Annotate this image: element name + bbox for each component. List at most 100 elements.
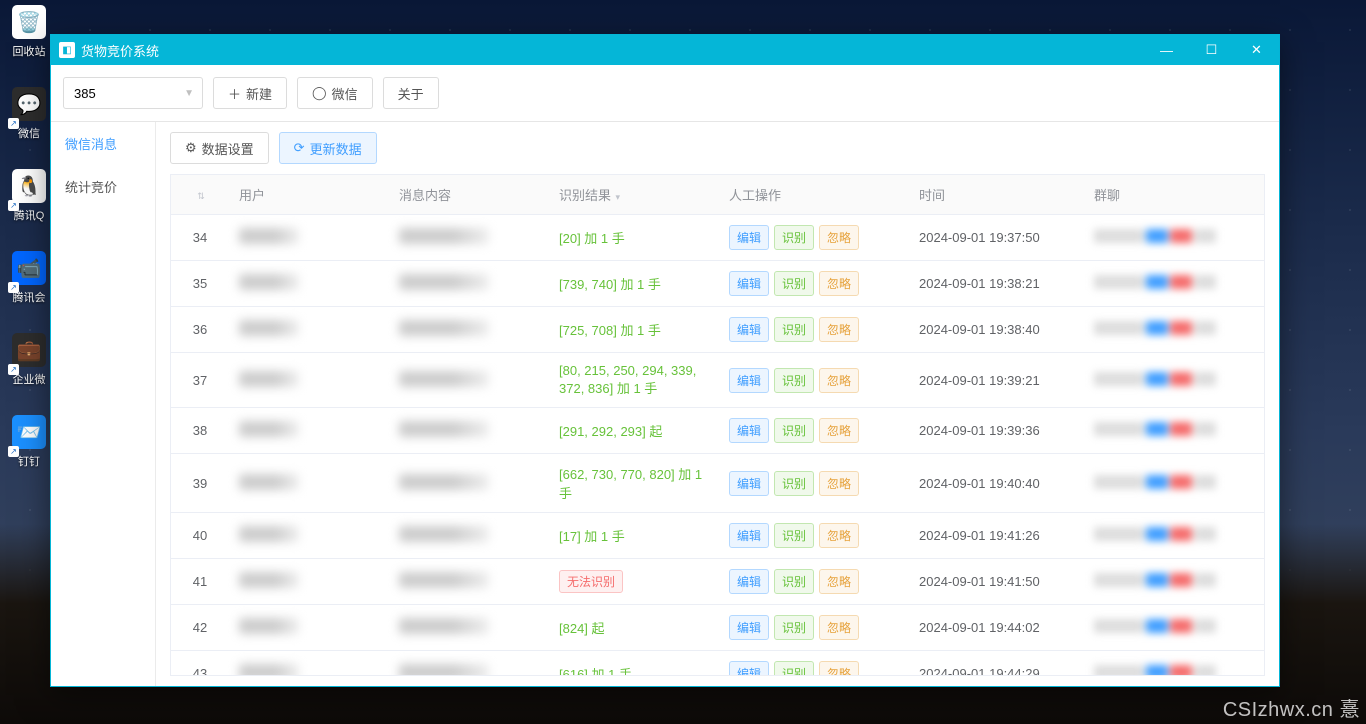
table-row: 34 [20] 加 1 手 编辑识别忽略 2024-09-01 19:37:50 xyxy=(171,215,1264,261)
ignore-button[interactable]: 忽略 xyxy=(819,523,859,548)
redacted-user xyxy=(239,474,299,490)
edit-button[interactable]: 编辑 xyxy=(729,418,769,443)
redacted-group xyxy=(1094,275,1216,289)
desktop-icon-label: 微信 xyxy=(18,125,40,141)
data-settings-button[interactable]: ⚙ 数据设置 xyxy=(170,132,269,164)
wechat-button[interactable]: ◯ 微信 xyxy=(297,77,373,109)
desktop-icon-wechat[interactable]: 💬↗微信 xyxy=(5,87,53,141)
desktop-icon-tencent-meeting[interactable]: 📹↗腾讯会 xyxy=(5,251,53,305)
col-time[interactable]: 时间 xyxy=(909,175,1084,215)
redacted-user xyxy=(239,228,299,244)
ignore-button[interactable]: 忽略 xyxy=(819,317,859,342)
recognize-button[interactable]: 识别 xyxy=(774,317,814,342)
redacted-msg xyxy=(399,618,489,634)
recognize-button[interactable]: 识别 xyxy=(774,661,814,676)
sidebar-item-stats-bid[interactable]: 统计竞价 xyxy=(51,165,155,208)
titlebar[interactable]: ◧ 货物竞价系统 — ☐ ✕ xyxy=(51,35,1279,65)
qq-icon: 🐧 xyxy=(12,169,46,203)
col-group[interactable]: 群聊 xyxy=(1084,175,1264,215)
watermark: CSIzhwx.cn 憙 xyxy=(1223,693,1360,722)
data-table-wrap[interactable]: ⇅ 用户 消息内容 识别结果 ▾ 人工操作 时间 群聊 34 [20] 加 1 手… xyxy=(170,174,1265,676)
edit-button[interactable]: 编辑 xyxy=(729,271,769,296)
recognize-button[interactable]: 识别 xyxy=(774,569,814,594)
edit-button[interactable]: 编辑 xyxy=(729,523,769,548)
shortcut-arrow-icon: ↗ xyxy=(8,446,19,457)
about-button[interactable]: 关于 xyxy=(383,77,439,109)
ignore-button[interactable]: 忽略 xyxy=(819,368,859,393)
redacted-user xyxy=(239,664,299,676)
col-index[interactable]: ⇅ xyxy=(171,175,229,215)
main-toolbar: ⚙ 数据设置 ⟳ 更新数据 xyxy=(170,132,1265,164)
maximize-button[interactable]: ☐ xyxy=(1189,35,1234,65)
edit-button[interactable]: 编辑 xyxy=(729,368,769,393)
desktop-icon-qq[interactable]: 🐧↗腾讯Q xyxy=(5,169,53,223)
edit-button[interactable]: 编辑 xyxy=(729,569,769,594)
number-select[interactable]: 385 ▼ xyxy=(63,77,203,109)
ignore-button[interactable]: 忽略 xyxy=(819,569,859,594)
cell-time: 2024-09-01 19:39:36 xyxy=(909,408,1084,454)
table-row: 40[17] 加 1 手编辑识别忽略2024-09-01 19:41:26 xyxy=(171,513,1264,559)
col-result[interactable]: 识别结果 ▾ xyxy=(549,175,719,215)
redacted-msg xyxy=(399,526,489,542)
cell-ops: 编辑识别忽略 xyxy=(719,454,909,513)
close-button[interactable]: ✕ xyxy=(1234,35,1279,65)
result-text: [20] 加 1 手 xyxy=(559,231,625,246)
edit-button[interactable]: 编辑 xyxy=(729,661,769,676)
recognize-button[interactable]: 识别 xyxy=(774,523,814,548)
ignore-button[interactable]: 忽略 xyxy=(819,661,859,676)
desktop-icon-recycle-bin[interactable]: 🗑️回收站 xyxy=(5,5,53,59)
cell-group xyxy=(1084,261,1264,307)
new-button[interactable]: ＋ 新建 xyxy=(213,77,287,109)
cell-group xyxy=(1084,408,1264,454)
redacted-group xyxy=(1094,573,1216,587)
edit-button[interactable]: 编辑 xyxy=(729,317,769,342)
plus-icon: ＋ xyxy=(228,84,241,103)
edit-button[interactable]: 编辑 xyxy=(729,225,769,250)
cell-index: 34 xyxy=(171,215,229,261)
cell-group xyxy=(1084,307,1264,353)
col-msg[interactable]: 消息内容 xyxy=(389,175,549,215)
cell-time: 2024-09-01 19:44:29 xyxy=(909,651,1084,677)
shortcut-arrow-icon: ↗ xyxy=(8,364,19,375)
cell-time: 2024-09-01 19:37:50 xyxy=(909,215,1084,261)
recognize-button[interactable]: 识别 xyxy=(774,225,814,250)
sidebar-item-wechat-messages[interactable]: 微信消息 xyxy=(51,122,155,165)
table-row: 36[725, 708] 加 1 手编辑识别忽略2024-09-01 19:38… xyxy=(171,307,1264,353)
recognize-button[interactable]: 识别 xyxy=(774,418,814,443)
edit-button[interactable]: 编辑 xyxy=(729,615,769,640)
desktop-icon-dingtalk[interactable]: 📨↗钉钉 xyxy=(5,415,53,469)
cell-msg xyxy=(389,261,549,307)
app-icon: ◧ xyxy=(59,42,75,58)
col-ops[interactable]: 人工操作 xyxy=(719,175,909,215)
redacted-msg xyxy=(399,474,489,490)
minimize-button[interactable]: — xyxy=(1144,35,1189,65)
ignore-button[interactable]: 忽略 xyxy=(819,615,859,640)
cell-group xyxy=(1084,651,1264,677)
ignore-button[interactable]: 忽略 xyxy=(819,271,859,296)
cell-time: 2024-09-01 19:41:50 xyxy=(909,559,1084,605)
cell-msg xyxy=(389,605,549,651)
recognize-button[interactable]: 识别 xyxy=(774,471,814,496)
refresh-data-button[interactable]: ⟳ 更新数据 xyxy=(279,132,377,164)
cell-index: 37 xyxy=(171,353,229,408)
recognize-button[interactable]: 识别 xyxy=(774,271,814,296)
desktop-icon-wecom[interactable]: 💼↗企业微 xyxy=(5,333,53,387)
wecom-icon: 💼 xyxy=(12,333,46,367)
recognize-button[interactable]: 识别 xyxy=(774,368,814,393)
recognize-button[interactable]: 识别 xyxy=(774,615,814,640)
sidebar-item-label: 微信消息 xyxy=(65,137,117,152)
app-window: ◧ 货物竞价系统 — ☐ ✕ 385 ▼ ＋ 新建 ◯ 微信 关于 微信消息 统… xyxy=(50,34,1280,687)
cell-msg xyxy=(389,513,549,559)
chevron-down-icon: ▼ xyxy=(184,88,194,99)
result-text: [824] 起 xyxy=(559,621,605,636)
col-user[interactable]: 用户 xyxy=(229,175,389,215)
redacted-user xyxy=(239,572,299,588)
edit-button[interactable]: 编辑 xyxy=(729,471,769,496)
cell-group xyxy=(1084,605,1264,651)
result-text: [616] 加 1 手 xyxy=(559,667,632,676)
ignore-button[interactable]: 忽略 xyxy=(819,418,859,443)
ignore-button[interactable]: 忽略 xyxy=(819,225,859,250)
ignore-button[interactable]: 忽略 xyxy=(819,471,859,496)
cell-msg xyxy=(389,215,549,261)
cell-user xyxy=(229,513,389,559)
